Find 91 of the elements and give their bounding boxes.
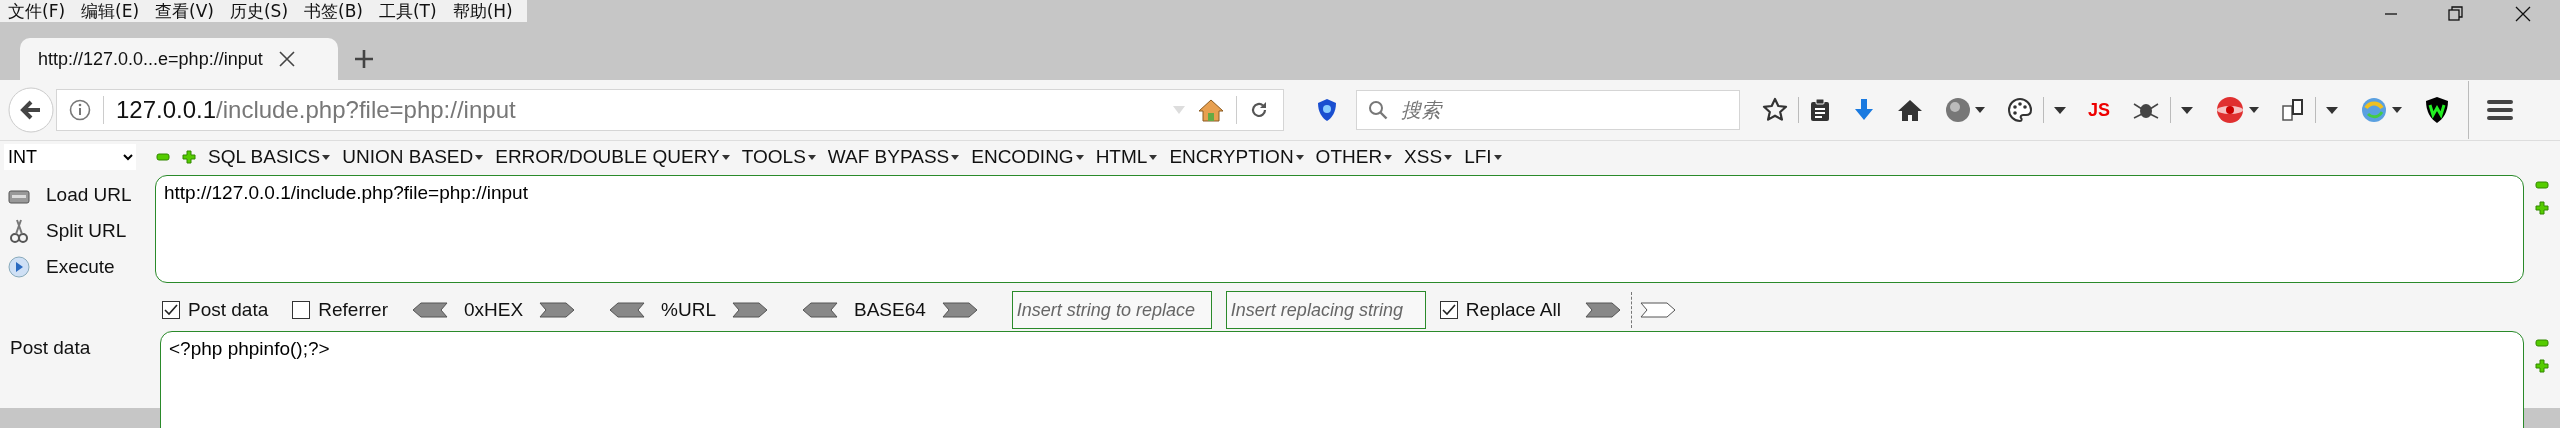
hackbar-menu[interactable]: OTHER — [1315, 146, 1393, 168]
encoding-label: %URL — [661, 299, 716, 321]
encode-arrow-button[interactable] — [539, 302, 576, 318]
checkbox[interactable] — [162, 301, 180, 319]
search-field[interactable]: 搜索 — [1356, 90, 1740, 130]
back-button[interactable] — [8, 87, 54, 133]
action-button[interactable]: Split URL — [0, 213, 155, 249]
checkbox-label: Post data — [188, 299, 269, 321]
download-icon[interactable] — [1853, 98, 1875, 122]
post-data-input[interactable]: <?php phpinfo();?> — [160, 331, 2524, 428]
encoding-label: BASE64 — [854, 299, 926, 321]
plus-icon[interactable] — [2535, 201, 2549, 215]
menu-icon[interactable] — [2487, 99, 2514, 121]
action-button[interactable]: Execute — [0, 249, 155, 285]
checkbox[interactable] — [1439, 301, 1458, 319]
plus-icon[interactable] — [182, 150, 196, 164]
caret-icon — [475, 154, 484, 160]
home-icon[interactable] — [1897, 98, 1923, 122]
close-icon[interactable] — [276, 49, 297, 69]
scissors-icon — [8, 218, 30, 244]
replace-field[interactable]: Insert string to replace — [1011, 291, 1212, 329]
hackbar-menu[interactable]: ENCRYPTION — [1169, 146, 1304, 168]
decode-arrow-button[interactable] — [411, 302, 448, 318]
menu-item[interactable]: 书签(B) — [296, 0, 371, 22]
encoding-label: 0xHEX — [463, 299, 524, 321]
hackbar-menu[interactable]: WAF BYPASS — [827, 146, 960, 168]
caret-icon[interactable] — [2392, 107, 2403, 113]
close-icon[interactable] — [2514, 5, 2532, 23]
hackbar-menu[interactable]: ERROR/DOUBLE QUERY — [495, 146, 730, 168]
replace-arrow-button[interactable] — [1584, 302, 1621, 318]
caret-icon — [322, 154, 331, 160]
menu-item[interactable]: 查看(V) — [147, 0, 222, 22]
menu-item[interactable]: 工具(T) — [370, 0, 445, 22]
hackbar-menu[interactable]: XSS — [1404, 146, 1453, 168]
bookmark-star-icon[interactable] — [1762, 97, 1788, 123]
hackbar-menu[interactable]: LFI — [1464, 146, 1502, 168]
hackbar-menu[interactable]: TOOLS — [741, 146, 816, 168]
js-button[interactable]: JS — [2088, 99, 2111, 121]
encode-arrow-button[interactable] — [941, 302, 978, 318]
caret-icon — [1295, 154, 1304, 160]
search-icon — [1368, 100, 1388, 120]
hackbar-menu[interactable]: ENCODING — [971, 146, 1084, 168]
menu-item[interactable]: 文件(F) — [0, 0, 74, 22]
shield-icon[interactable] — [1316, 98, 1338, 122]
replace-arrow-button[interactable] — [1639, 302, 1676, 318]
caret-icon[interactable] — [2249, 107, 2260, 113]
decode-arrow-button[interactable] — [802, 302, 838, 318]
browser-tab[interactable]: http://127.0.0...e=php://input — [20, 38, 338, 80]
checkbox-label: Replace All — [1465, 299, 1561, 321]
caret-icon — [807, 154, 816, 160]
replace-field[interactable]: Insert replacing string — [1225, 291, 1426, 329]
target-icon[interactable] — [2215, 96, 2246, 124]
restore-icon[interactable] — [2448, 6, 2464, 22]
plus-icon[interactable] — [2535, 359, 2549, 373]
hackbar-menu[interactable]: HTML — [1095, 146, 1158, 168]
encoding-select[interactable]: INT — [4, 144, 136, 170]
checkbox[interactable] — [292, 301, 311, 319]
caret-icon — [721, 154, 730, 160]
caret-icon — [951, 154, 960, 160]
caret-icon[interactable] — [2181, 106, 2194, 114]
menu-item[interactable]: 帮助(H) — [444, 0, 521, 22]
minus-icon[interactable] — [2535, 339, 2549, 347]
shield-icon[interactable] — [2424, 96, 2451, 124]
caret-icon[interactable] — [1975, 107, 1985, 113]
minus-icon[interactable] — [156, 153, 170, 161]
caret-icon — [1149, 154, 1158, 160]
menu-item[interactable]: 历史(S) — [221, 0, 297, 22]
device-icon[interactable] — [2281, 98, 2306, 122]
reload-icon[interactable] — [1249, 100, 1269, 120]
globe-icon[interactable] — [1945, 97, 1971, 123]
encode-arrow-button[interactable] — [732, 302, 768, 318]
minus-icon[interactable] — [2535, 181, 2549, 189]
palette-icon[interactable] — [2007, 97, 2033, 123]
decode-arrow-button[interactable] — [609, 302, 646, 318]
hackbar-menu[interactable]: UNION BASED — [342, 146, 484, 168]
caret-icon — [1384, 154, 1393, 160]
caret-icon[interactable] — [2054, 106, 2066, 114]
play-icon — [8, 256, 30, 278]
checkbox-label: Referrer — [318, 299, 388, 321]
post-data-label: Post data — [9, 336, 92, 359]
url-input[interactable]: http://127.0.0.1/include.php?file=php://input — [155, 175, 2524, 283]
info-icon[interactable] — [69, 99, 91, 121]
clipboard-icon[interactable] — [1809, 98, 1831, 122]
caret-icon — [1493, 154, 1502, 160]
new-tab-icon[interactable] — [354, 49, 374, 69]
hackbar-menu[interactable]: SQL BASICS — [208, 146, 331, 168]
action-button[interactable]: Load URL — [0, 177, 155, 213]
caret-icon — [1075, 154, 1084, 160]
menu-item[interactable]: 编辑(E) — [73, 0, 148, 22]
caret-icon[interactable] — [2326, 106, 2339, 114]
caret-icon — [1444, 154, 1453, 160]
